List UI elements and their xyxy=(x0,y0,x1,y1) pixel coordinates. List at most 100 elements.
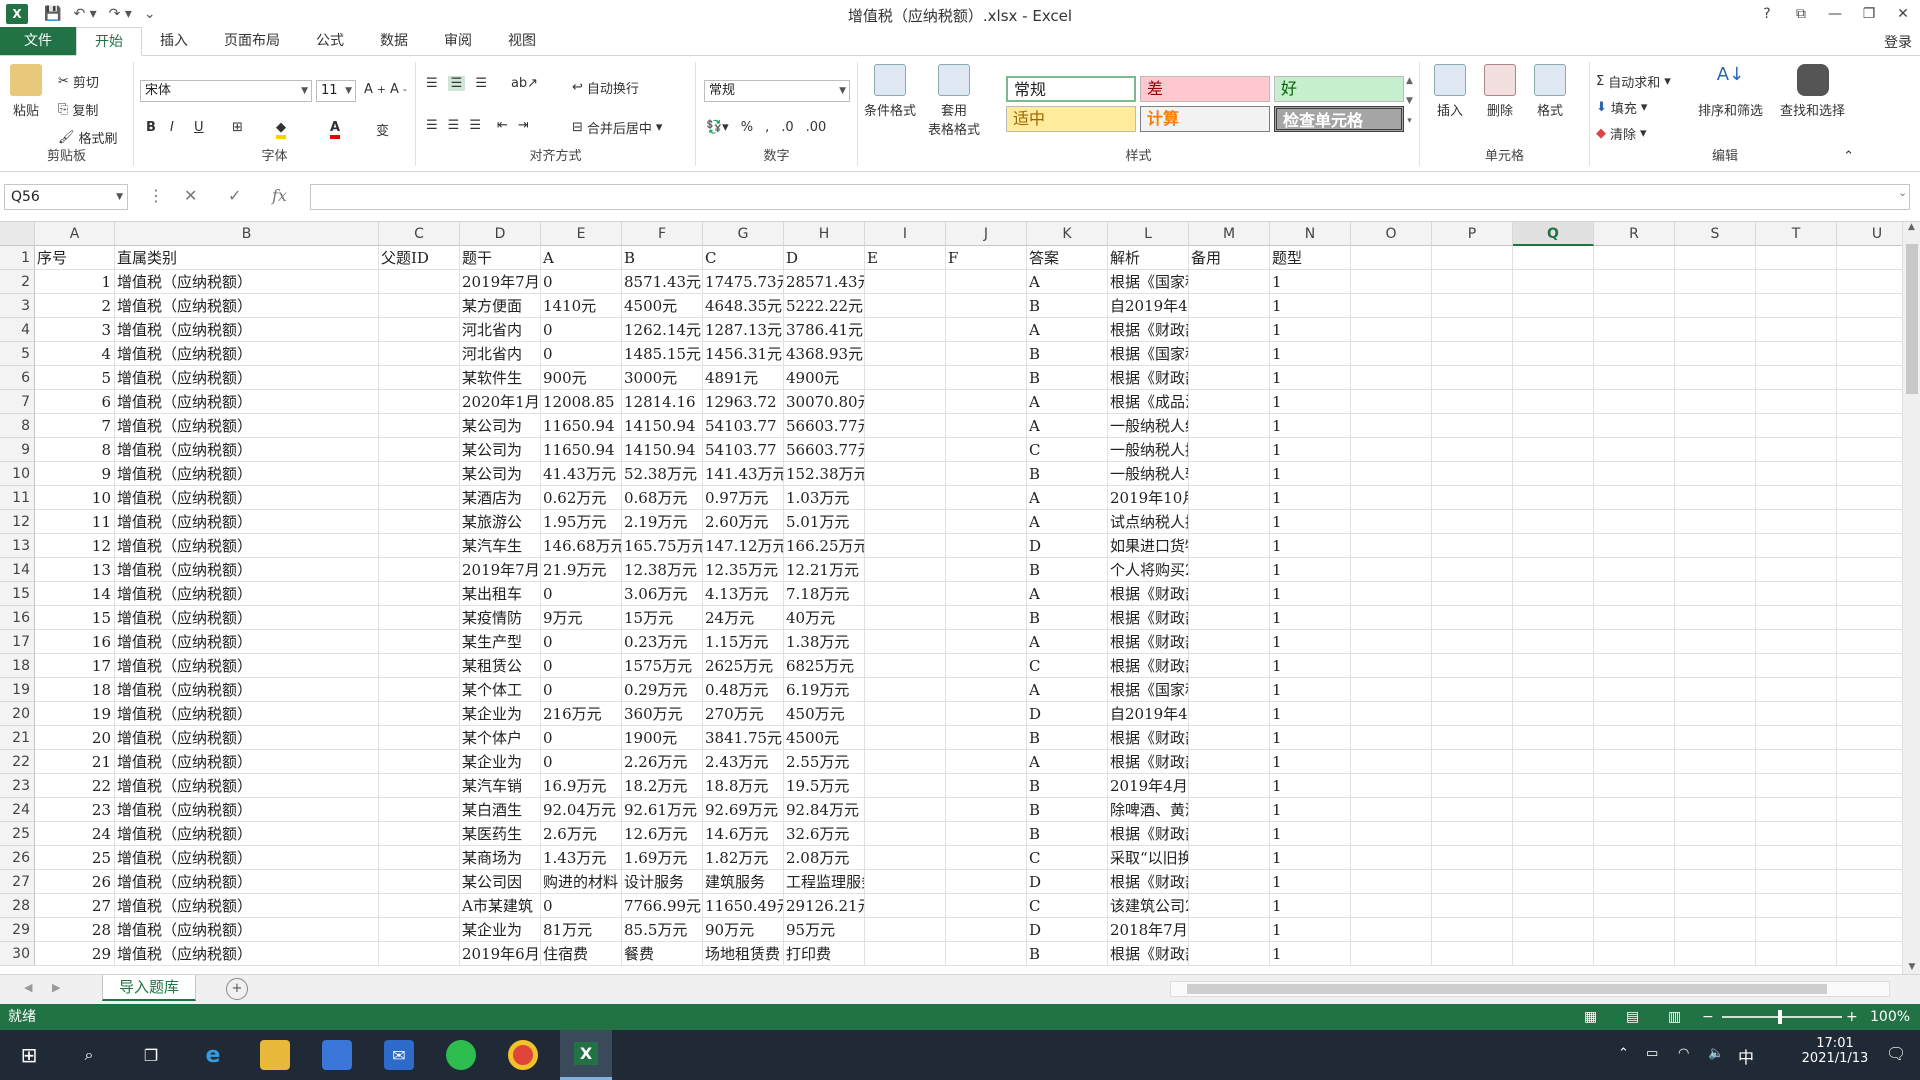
table-cell[interactable] xyxy=(946,654,1027,678)
table-cell[interactable] xyxy=(1513,486,1594,510)
table-cell[interactable]: 某软件生 xyxy=(460,366,541,390)
table-cell[interactable] xyxy=(379,942,460,966)
table-cell[interactable] xyxy=(1594,654,1675,678)
table-cell[interactable] xyxy=(379,342,460,366)
table-cell[interactable]: 4891元 xyxy=(703,366,784,390)
table-cell[interactable]: 6825万元 xyxy=(784,654,865,678)
table-cell[interactable]: A xyxy=(1027,270,1108,294)
table-cell[interactable] xyxy=(1675,534,1756,558)
table-cell[interactable] xyxy=(1756,750,1837,774)
table-cell[interactable]: 根据《财政部、国家 xyxy=(1108,366,1189,390)
table-cell[interactable]: 2019年7月 xyxy=(460,558,541,582)
table-cell[interactable]: 1.15万元 xyxy=(703,630,784,654)
table-cell[interactable] xyxy=(1675,606,1756,630)
header-cell[interactable] xyxy=(1513,246,1594,270)
table-cell[interactable]: B xyxy=(1027,294,1108,318)
row-header[interactable]: 17 xyxy=(0,630,35,654)
formula-input[interactable] xyxy=(310,184,1910,210)
table-cell[interactable] xyxy=(1432,486,1513,510)
table-cell[interactable] xyxy=(1351,822,1432,846)
table-cell[interactable] xyxy=(1594,942,1675,966)
store-icon[interactable] xyxy=(322,1040,352,1070)
table-cell[interactable]: 1 xyxy=(1270,270,1351,294)
table-cell[interactable]: 29 xyxy=(35,942,115,966)
edge-icon[interactable]: e xyxy=(198,1040,228,1070)
table-cell[interactable] xyxy=(1675,702,1756,726)
table-cell[interactable] xyxy=(1432,870,1513,894)
table-cell[interactable]: 0 xyxy=(541,654,622,678)
table-cell[interactable] xyxy=(1594,294,1675,318)
table-cell[interactable]: 3841.75元 xyxy=(703,726,784,750)
header-cell[interactable]: B xyxy=(622,246,703,270)
table-cell[interactable]: 采取“以旧换新”方 xyxy=(1108,846,1189,870)
style-normal[interactable]: 常规 xyxy=(1006,76,1136,102)
table-cell[interactable] xyxy=(1594,510,1675,534)
tab-home[interactable]: 开始 xyxy=(76,27,142,56)
table-cell[interactable] xyxy=(1351,390,1432,414)
table-cell[interactable]: 某企业为 xyxy=(460,750,541,774)
table-cell[interactable] xyxy=(379,582,460,606)
table-cell[interactable] xyxy=(1351,774,1432,798)
table-cell[interactable] xyxy=(1351,366,1432,390)
table-cell[interactable]: 1.03万元 xyxy=(784,486,865,510)
table-cell[interactable]: 3000元 xyxy=(622,366,703,390)
restore-button[interactable]: ❐ xyxy=(1852,0,1886,28)
table-cell[interactable]: 增值税（应纳税额） xyxy=(115,270,379,294)
table-cell[interactable]: 2.19万元 xyxy=(622,510,703,534)
table-cell[interactable] xyxy=(1351,726,1432,750)
table-cell[interactable]: 92.61万元 xyxy=(622,798,703,822)
table-cell[interactable] xyxy=(865,366,946,390)
table-cell[interactable]: 一般纳税人提供劳务 xyxy=(1108,438,1189,462)
style-calculation[interactable]: 计算 xyxy=(1140,106,1270,132)
column-header-k[interactable]: K xyxy=(1027,222,1108,246)
table-cell[interactable]: 1 xyxy=(1270,390,1351,414)
expand-formula-icon[interactable]: ⌄ xyxy=(1898,186,1907,199)
autosum-button[interactable]: Σ 自动求和 ▾ xyxy=(1596,72,1671,91)
horizontal-scrollbar[interactable] xyxy=(1170,981,1890,997)
table-cell[interactable] xyxy=(1513,510,1594,534)
table-cell[interactable]: 92.69万元 xyxy=(703,798,784,822)
table-cell[interactable] xyxy=(1513,870,1594,894)
table-cell[interactable]: 24 xyxy=(35,822,115,846)
table-cell[interactable] xyxy=(1594,414,1675,438)
table-cell[interactable]: A xyxy=(1027,510,1108,534)
table-cell[interactable]: 1 xyxy=(1270,534,1351,558)
table-cell[interactable] xyxy=(379,486,460,510)
header-cell[interactable] xyxy=(1675,246,1756,270)
row-header[interactable]: 10 xyxy=(0,462,35,486)
table-cell[interactable] xyxy=(1432,678,1513,702)
table-cell[interactable] xyxy=(1351,582,1432,606)
table-cell[interactable] xyxy=(865,510,946,534)
table-cell[interactable]: A xyxy=(1027,630,1108,654)
underline-button[interactable]: U xyxy=(194,120,204,135)
table-cell[interactable] xyxy=(1189,486,1270,510)
table-cell[interactable] xyxy=(1756,606,1837,630)
table-cell[interactable]: 18 xyxy=(35,678,115,702)
table-cell[interactable]: B xyxy=(1027,366,1108,390)
table-cell[interactable] xyxy=(946,462,1027,486)
table-cell[interactable]: 增值税（应纳税额） xyxy=(115,918,379,942)
table-cell[interactable] xyxy=(1189,318,1270,342)
table-cell[interactable] xyxy=(1513,414,1594,438)
minimize-button[interactable]: — xyxy=(1818,0,1852,28)
table-cell[interactable] xyxy=(946,846,1027,870)
collapse-ribbon-icon[interactable]: ⌃ xyxy=(1843,149,1854,164)
table-cell[interactable]: 1 xyxy=(1270,822,1351,846)
table-cell[interactable] xyxy=(1594,462,1675,486)
table-cell[interactable]: B xyxy=(1027,342,1108,366)
table-cell[interactable] xyxy=(946,870,1027,894)
table-cell[interactable] xyxy=(1756,678,1837,702)
table-cell[interactable]: 如果进口货物的保险 xyxy=(1108,534,1189,558)
table-cell[interactable]: 2018年7月购入不动产 xyxy=(1108,918,1189,942)
table-cell[interactable] xyxy=(1675,750,1756,774)
table-cell[interactable] xyxy=(1513,678,1594,702)
table-cell[interactable] xyxy=(1756,366,1837,390)
wifi-icon[interactable]: ◠ xyxy=(1678,1046,1689,1061)
column-header-a[interactable]: A xyxy=(35,222,115,246)
table-cell[interactable] xyxy=(865,846,946,870)
align-middle-icon[interactable]: ☰ xyxy=(447,76,466,91)
table-cell[interactable] xyxy=(379,630,460,654)
table-cell[interactable]: 12.21万元 xyxy=(784,558,865,582)
table-cell[interactable] xyxy=(379,654,460,678)
table-cell[interactable]: B xyxy=(1027,726,1108,750)
